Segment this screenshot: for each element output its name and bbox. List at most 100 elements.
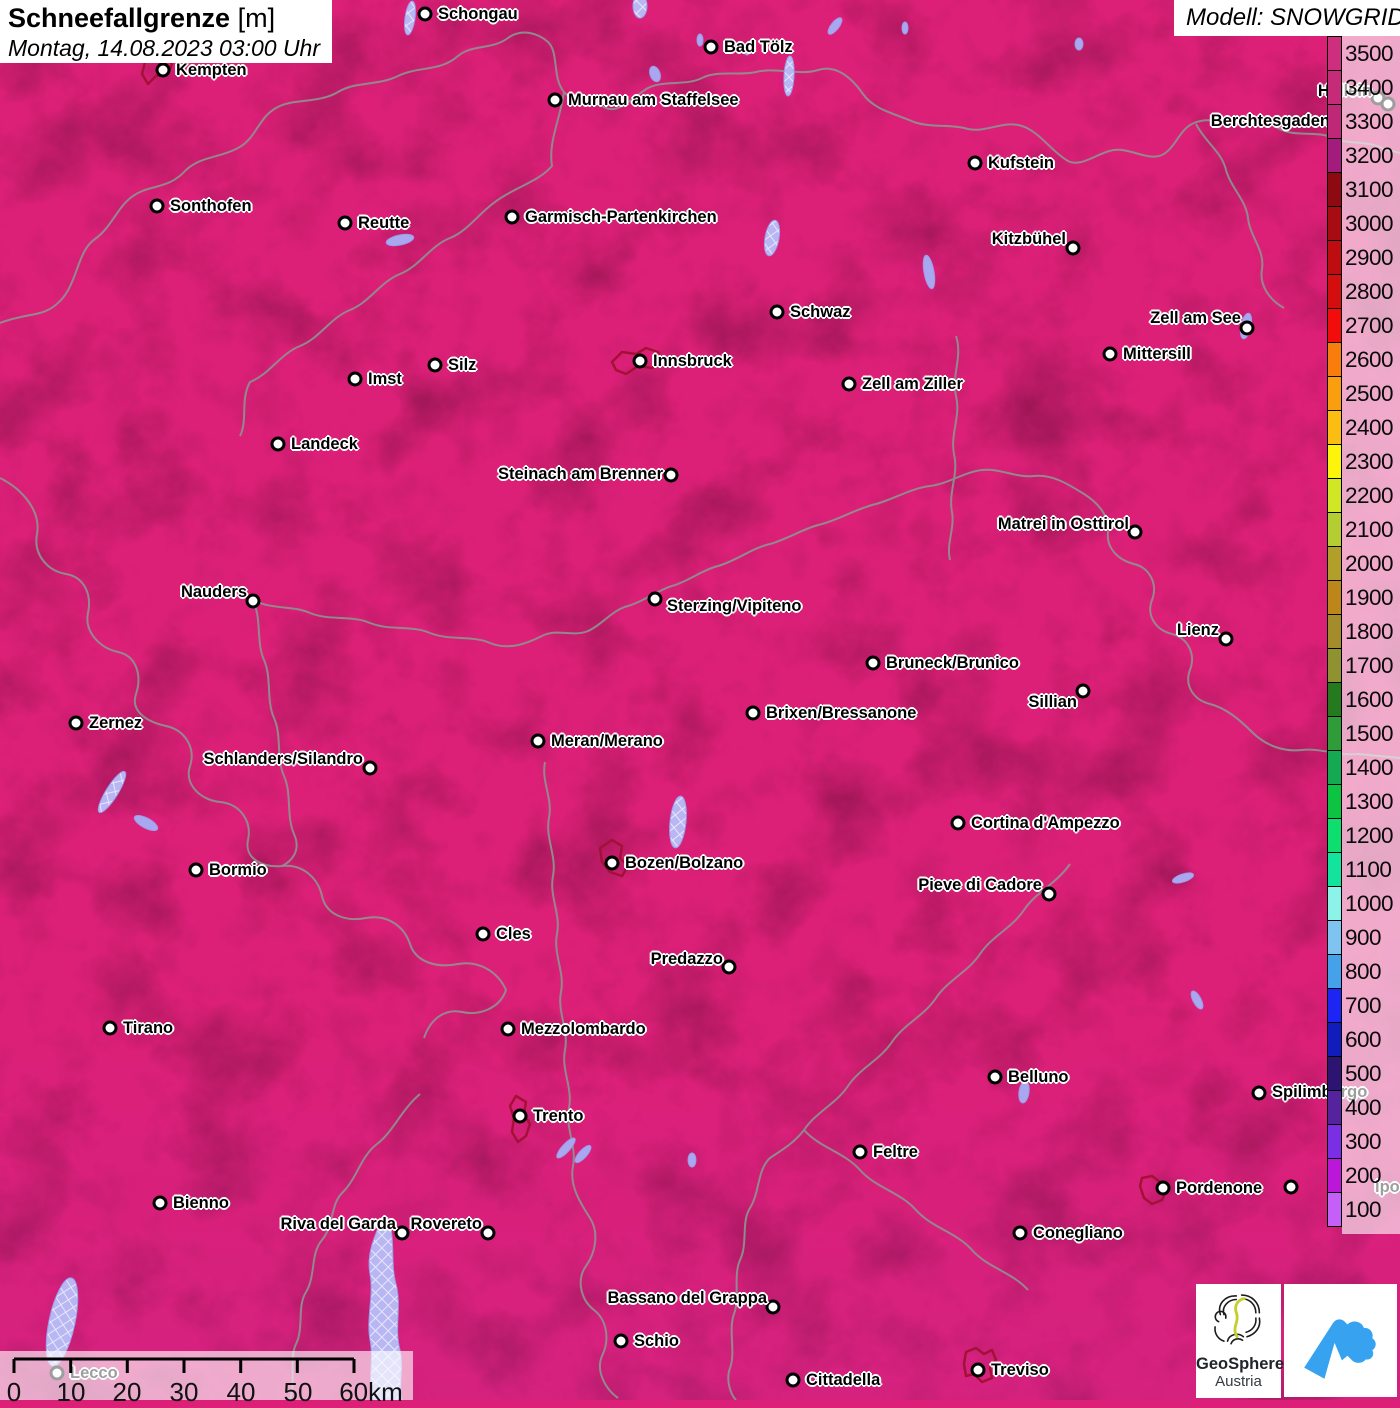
- city-marker: [102, 1020, 118, 1036]
- legend-tick-label: 1800: [1345, 619, 1394, 644]
- city-marker: [417, 6, 433, 22]
- legend-color-block: [1327, 206, 1342, 241]
- city-label: Sterzing/Vipiteno: [667, 597, 802, 616]
- city-marker: [1239, 320, 1255, 336]
- legend-color-block: [1327, 580, 1342, 615]
- city-label: Pieve di Cadore: [918, 876, 1042, 895]
- city-label: Nauders: [180, 583, 247, 602]
- city-layer: Schongau Bad Tölz Kempten Murnau am Staffel…: [0, 0, 1400, 1400]
- legend-tick-label: 3400: [1345, 75, 1394, 100]
- city-marker: [475, 926, 491, 942]
- legend-color-block: [1327, 750, 1342, 785]
- city-marker: [852, 1144, 868, 1160]
- title-text: Schneefallgrenze: [8, 3, 231, 33]
- city-label: Lienz: [1176, 621, 1219, 640]
- legend-tick-label: 2400: [1345, 415, 1394, 440]
- legend-tick-label: 2800: [1345, 279, 1394, 304]
- legend-color-block: [1327, 886, 1342, 921]
- legend-color-block: [1327, 444, 1342, 479]
- legend-tick-label: 2700: [1345, 313, 1394, 338]
- geosphere-logo-panel: GeoSphere Austria: [1196, 1284, 1285, 1398]
- legend-color-block: [1327, 274, 1342, 309]
- city-marker: [604, 855, 620, 871]
- legend-color-block: [1327, 36, 1342, 71]
- legend-color-block: [1327, 512, 1342, 547]
- legend-tick-label: 3500: [1345, 41, 1394, 66]
- legend-color-block: [1327, 716, 1342, 751]
- city-label: Zell am See: [1150, 309, 1241, 328]
- legend-tick-label: 3300: [1345, 109, 1394, 134]
- legend-tick-label: 900: [1345, 925, 1382, 950]
- legend-tick-label: 300: [1345, 1129, 1382, 1154]
- city-marker: [427, 357, 443, 373]
- city-label: Meran/Merano: [551, 732, 663, 751]
- legend-tick-label: 600: [1345, 1027, 1382, 1052]
- city-label: Conegliano: [1033, 1224, 1123, 1243]
- city-label: Tirano: [123, 1019, 174, 1038]
- legend-color-block: [1327, 240, 1342, 275]
- city-label: Kitzbühel: [991, 230, 1066, 249]
- legend-color-block: [1327, 1192, 1342, 1227]
- city-marker: [970, 1362, 986, 1378]
- city-marker: [394, 1225, 410, 1241]
- scalebar-label: 10: [56, 1377, 86, 1407]
- city-marker: [745, 705, 761, 721]
- legend-tick-label: 3200: [1345, 143, 1394, 168]
- city-label: Pordenone: [1176, 1179, 1263, 1198]
- city-marker: [530, 733, 546, 749]
- city-marker: [1127, 524, 1143, 540]
- legend-tick-label: 1700: [1345, 653, 1394, 678]
- city-marker: [347, 371, 363, 387]
- legend-tick-label: 1300: [1345, 789, 1394, 814]
- legend-tick-label: 2000: [1345, 551, 1394, 576]
- legend-color-block: [1327, 70, 1342, 105]
- city-marker: [155, 62, 171, 78]
- city-marker: [769, 304, 785, 320]
- city-marker: [721, 959, 737, 975]
- city-label: Matrei in Osttirol: [997, 515, 1129, 534]
- legend-tick-label: 2500: [1345, 381, 1394, 406]
- city-label: Kempten: [176, 61, 247, 80]
- city-marker: [613, 1333, 629, 1349]
- city-marker: [1283, 1179, 1299, 1195]
- city-label: Cles: [496, 925, 531, 944]
- timestamp: Montag, 14.08.2023 03:00 Uhr: [8, 35, 321, 61]
- city-label: Treviso: [991, 1361, 1049, 1380]
- page-title: Schneefallgrenze [m]: [8, 3, 324, 34]
- city-marker: [765, 1299, 781, 1315]
- city-marker: [500, 1021, 516, 1037]
- city-marker: [188, 862, 204, 878]
- legend-tick-label: 1100: [1345, 857, 1392, 882]
- legend-tick-label: 1200: [1345, 823, 1394, 848]
- city-marker: [1102, 346, 1118, 362]
- legend-tick-label: 100: [1345, 1197, 1382, 1222]
- city-marker: [245, 593, 261, 609]
- city-marker: [1251, 1085, 1267, 1101]
- legend-color-block: [1327, 172, 1342, 207]
- legend-color-block: [1327, 308, 1342, 343]
- city-marker: [1218, 631, 1234, 647]
- city-marker: [512, 1108, 528, 1124]
- legend-color-block: [1327, 818, 1342, 853]
- city-label: Belluno: [1008, 1068, 1069, 1087]
- legend-tick-label: 1000: [1345, 891, 1394, 916]
- city-label: Silz: [448, 356, 477, 375]
- legend-tick-label: 200: [1345, 1163, 1382, 1188]
- title-panel: Schneefallgrenze [m] Montag, 14.08.2023 …: [0, 0, 332, 63]
- geosphere-name: GeoSphere: [1196, 1355, 1285, 1373]
- city-marker: [547, 92, 563, 108]
- city-label: Imst: [368, 370, 402, 389]
- legend-tick-label: 1400: [1345, 755, 1394, 780]
- city-marker: [865, 655, 881, 671]
- title-unit: [m]: [237, 3, 276, 33]
- legend-color-block: [1327, 1124, 1342, 1159]
- city-label: Schio: [634, 1332, 679, 1351]
- legend-tick-label: 2100: [1345, 517, 1394, 542]
- city-marker: [967, 155, 983, 171]
- scalebar-label: 20: [112, 1377, 142, 1407]
- city-marker: [68, 715, 84, 731]
- city-label: Bormio: [209, 861, 267, 880]
- legend-tick-label: 3100: [1345, 177, 1394, 202]
- city-label: Sonthofen: [170, 197, 252, 216]
- city-label: Riva del Garda: [280, 1215, 396, 1234]
